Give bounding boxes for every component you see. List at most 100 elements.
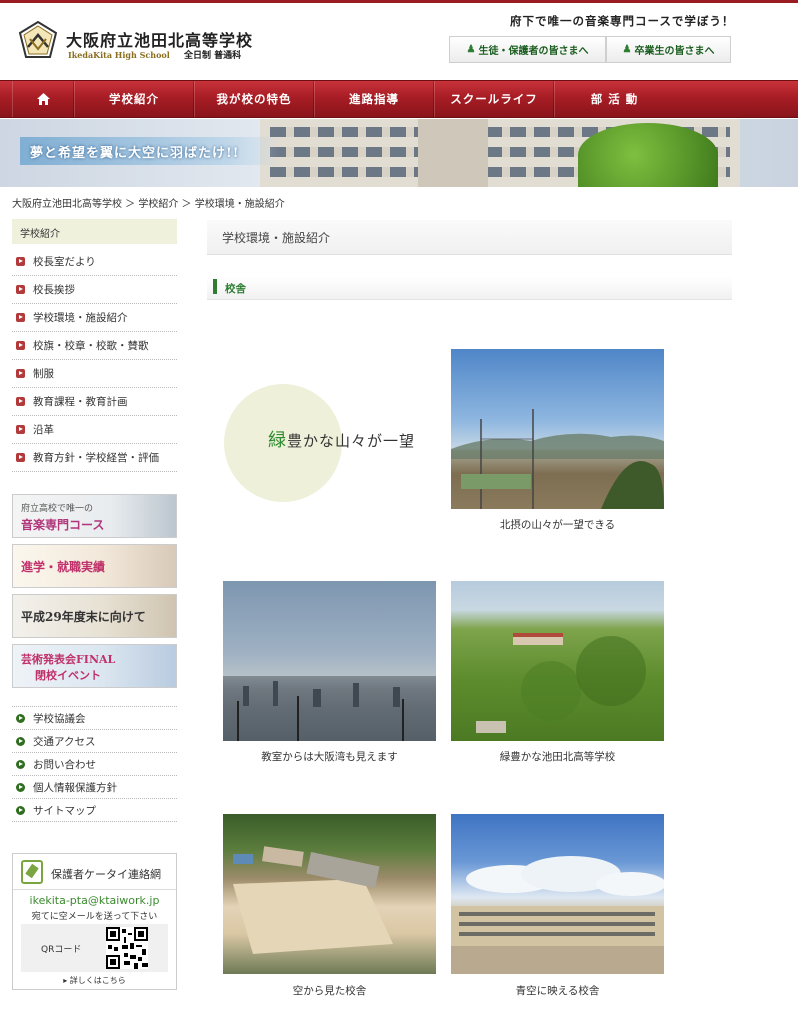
sidebar-item-facilities[interactable]: 学校環境・施設紹介 xyxy=(12,304,177,332)
arrow-bullet-icon xyxy=(16,341,25,350)
sidebar-item-curriculum[interactable]: 教育課程・教育計画 xyxy=(12,388,177,416)
career-banner-label: 進学・就職実績 xyxy=(21,560,106,574)
mobile-note: 宛てに空メールを送って下さい xyxy=(31,912,158,922)
alumni-button[interactable]: ♟ 卒業生の皆さまへ xyxy=(606,36,731,63)
arrow-bullet-icon xyxy=(16,425,25,434)
mobile-box-header: 保護者ケータイ連絡網 xyxy=(13,854,176,890)
nav-home[interactable] xyxy=(12,81,74,117)
banner-clock-tower xyxy=(418,119,488,187)
art-banner-line2: 閉校イベント xyxy=(35,669,101,682)
people-icon: ♟ xyxy=(622,44,632,55)
school-crest-icon[interactable] xyxy=(18,21,58,59)
sidebar-item-policy[interactable]: 教育方針・学校経営・評価 xyxy=(12,444,177,472)
section-heading: 校舎 xyxy=(207,277,732,300)
link-school-council[interactable]: 学校協議会 xyxy=(12,707,177,730)
photo-caption: 空から見た校舎 xyxy=(292,985,367,997)
sidebar-item-label: 教育方針・学校経営・評価 xyxy=(33,452,159,464)
page-title: 学校環境・施設紹介 xyxy=(207,220,732,255)
sidebar-item-label: 制服 xyxy=(33,368,54,380)
sidebar-links: 学校協議会 交通アクセス お問い合わせ 個人情報保護方針 サイトマップ xyxy=(12,706,177,822)
h29-banner-label: 平成29年度末に向けて xyxy=(21,610,146,624)
aerial-view-image xyxy=(233,846,393,954)
qr-area: QRコード xyxy=(21,924,168,972)
slogan: 緑豊かな山々が一望 xyxy=(268,426,415,452)
mobile-phone-icon xyxy=(21,860,43,884)
slogan-text: 豊かな山々が一望 xyxy=(287,432,416,450)
sidebar-item-label: 学校環境・施設紹介 xyxy=(33,312,128,324)
osaka-bay-image xyxy=(223,676,436,741)
sidebar-item-label: 校旗・校章・校歌・賛歌 xyxy=(33,340,149,352)
link-label: 交通アクセス xyxy=(33,735,96,748)
photo-osaka-bay[interactable] xyxy=(223,581,436,741)
art-festival-banner[interactable]: 芸術発表会FINAL 閉校イベント xyxy=(12,644,177,688)
photo-caption: 北摂の山々が一望できる xyxy=(499,519,616,531)
mobile-email[interactable]: ikekita-pta@ktaiwork.jp xyxy=(13,894,176,907)
career-results-banner[interactable]: 進学・就職実績 xyxy=(12,544,177,588)
qr-label: QRコード xyxy=(41,945,82,955)
music-course-banner[interactable]: 府立高校で唯一の 音楽専門コース xyxy=(12,494,177,538)
arrow-bullet-icon xyxy=(16,397,25,406)
arrow-bullet-icon xyxy=(16,257,25,266)
sidebar-item-school-flag[interactable]: 校旗・校章・校歌・賛歌 xyxy=(12,332,177,360)
sidebar-item-label: 校長挨拶 xyxy=(33,284,75,296)
music-banner-line2: 音楽専門コース xyxy=(21,518,105,532)
link-access[interactable]: 交通アクセス xyxy=(12,730,177,753)
home-icon xyxy=(36,93,50,105)
link-label: サイトマップ xyxy=(33,804,96,817)
art-banner-line1: 芸術発表会FINAL xyxy=(21,653,116,666)
students-parents-label: 生徒・保護者の皆さまへ xyxy=(478,46,589,57)
main-nav: 学校紹介 我が校の特色 進路指導 スクールライフ 部 活 動 xyxy=(0,80,798,118)
arrow-circle-icon xyxy=(16,782,25,792)
arrow-bullet-icon xyxy=(16,285,25,294)
arrow-circle-icon xyxy=(16,713,25,723)
link-contact[interactable]: お問い合わせ xyxy=(12,753,177,776)
hero-banner: 夢と希望を翼に大空に羽ばたけ!! xyxy=(0,119,798,187)
sidebar-item-principal-blog[interactable]: 校長室だより xyxy=(12,248,177,276)
section-heading-label: 校舎 xyxy=(225,283,246,295)
green-school-image xyxy=(476,633,646,733)
nav-clubs[interactable]: 部 活 動 xyxy=(554,81,674,117)
students-parents-button[interactable]: ♟ 生徒・保護者の皆さまへ xyxy=(449,36,606,63)
tagline: 府下で唯一の音楽専門コースで学ぼう！ xyxy=(510,14,735,28)
site-header: 大阪府立池田北高等学校 IkedaKita High School 全日制 普通… xyxy=(0,3,798,80)
link-label: お問い合わせ xyxy=(33,758,96,771)
music-banner-line1: 府立高校で唯一の xyxy=(21,504,94,514)
slogan-highlight: 緑 xyxy=(268,430,287,451)
course-label: 全日制 普通科 xyxy=(184,51,242,61)
h29-banner[interactable]: 平成29年度末に向けて xyxy=(12,594,177,638)
photo-green-school[interactable] xyxy=(451,581,664,741)
nav-career[interactable]: 進路指導 xyxy=(314,81,434,117)
mobile-more-link[interactable]: ▸ 詳しくはこちら xyxy=(13,975,176,986)
sidebar-menu: 校長室だより 校長挨拶 学校環境・施設紹介 校旗・校章・校歌・賛歌 制服 教育課… xyxy=(12,248,177,472)
nav-school-life[interactable]: スクールライフ xyxy=(434,81,554,117)
arrow-circle-icon xyxy=(16,759,25,769)
link-label: 学校協議会 xyxy=(33,712,86,725)
photo-aerial-view[interactable] xyxy=(223,814,436,974)
sidebar-item-history[interactable]: 沿革 xyxy=(12,416,177,444)
photo-caption: 青空に映える校舎 xyxy=(515,985,600,997)
photo-caption: 教室からは大阪湾も見えます xyxy=(261,751,398,763)
sidebar-heading: 学校紹介 xyxy=(12,219,177,244)
arrow-bullet-icon xyxy=(16,369,25,378)
nav-features[interactable]: 我が校の特色 xyxy=(194,81,314,117)
nav-school-intro[interactable]: 学校紹介 xyxy=(74,81,194,117)
banner-caption: 夢と希望を翼に大空に羽ばたけ!! xyxy=(20,137,280,165)
arrow-circle-icon xyxy=(16,736,25,746)
link-privacy[interactable]: 個人情報保護方針 xyxy=(12,776,177,799)
link-sitemap[interactable]: サイトマップ xyxy=(12,799,177,822)
school-name-en: IkedaKita High School xyxy=(68,50,170,60)
sidebar-item-uniform[interactable]: 制服 xyxy=(12,360,177,388)
section-heading-bar xyxy=(213,279,217,294)
photo-blue-sky-school[interactable] xyxy=(451,814,664,974)
photo-mountain-view[interactable] xyxy=(451,349,664,509)
mountain-view-image xyxy=(451,409,664,509)
breadcrumb[interactable]: 大阪府立池田北高等学校 ＞ 学校紹介 ＞ 学校環境・施設紹介 xyxy=(12,195,285,210)
mobile-box-title: 保護者ケータイ連絡網 xyxy=(51,868,161,881)
people-icon: ♟ xyxy=(466,44,476,55)
photo-caption: 緑豊かな池田北高等学校 xyxy=(499,751,616,763)
sidebar-item-label: 沿革 xyxy=(33,424,54,436)
sidebar-item-label: 校長室だより xyxy=(33,256,96,268)
arrow-bullet-icon xyxy=(16,313,25,322)
sidebar-item-principal-greeting[interactable]: 校長挨拶 xyxy=(12,276,177,304)
banner-tree xyxy=(578,123,718,187)
